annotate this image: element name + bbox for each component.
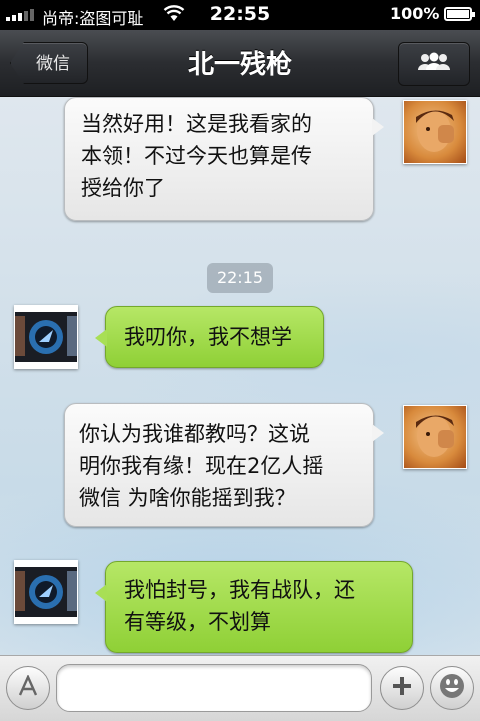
smiley-icon [437, 671, 467, 705]
message-timestamp: 22:15 [207, 263, 273, 293]
message-input[interactable] [56, 664, 372, 712]
message-text: 当然好用！这是我看家的 本领！不过今天也算是传 授给你了 [81, 112, 312, 200]
text-mode-button[interactable] [6, 666, 50, 710]
input-bar [0, 655, 480, 721]
avatar[interactable] [403, 100, 467, 164]
message-text: 你认为我谁都教吗？这说 明你我有缘！现在2亿人摇 微信 为啥你能摇到我？ [79, 422, 324, 510]
battery-icon [444, 7, 475, 21]
group-icon [415, 52, 453, 76]
back-button[interactable]: 微信 [10, 42, 88, 84]
emoji-button[interactable] [430, 666, 474, 710]
message-text: 我叨你，我不想学 [124, 325, 292, 349]
message-bubble-sent[interactable]: 你认为我谁都教吗？这说 明你我有缘！现在2亿人摇 微信 为啥你能摇到我？ [64, 403, 384, 527]
nav-bar: 微信 北一残枪 [0, 30, 480, 97]
message-bubble-received[interactable]: 我怕封号，我有战队，还 有等级，不划算 [95, 561, 413, 653]
battery-percent: 100% [390, 4, 440, 23]
status-bar: 尚帝:盗图可耻 22:55 100% [0, 0, 480, 30]
message-bubble-sent[interactable]: 当然好用！这是我看家的 本领！不过今天也算是传 授给你了 [64, 97, 384, 221]
avatar[interactable] [14, 305, 78, 369]
add-attachment-button[interactable] [380, 666, 424, 710]
avatar[interactable] [403, 405, 467, 469]
message-text: 我怕封号，我有战队，还 有等级，不划算 [124, 578, 355, 634]
plus-icon [391, 675, 413, 701]
chat-info-button[interactable] [398, 42, 470, 86]
text-mode-icon [17, 674, 39, 701]
chat-area[interactable]: 当然好用！这是我看家的 本领！不过今天也算是传 授给你了 22:15 我叨你，我… [0, 97, 480, 655]
avatar[interactable] [14, 560, 78, 624]
page-title: 北一残枪 [187, 50, 292, 80]
message-bubble-received[interactable]: 我叨你，我不想学 [95, 306, 324, 368]
